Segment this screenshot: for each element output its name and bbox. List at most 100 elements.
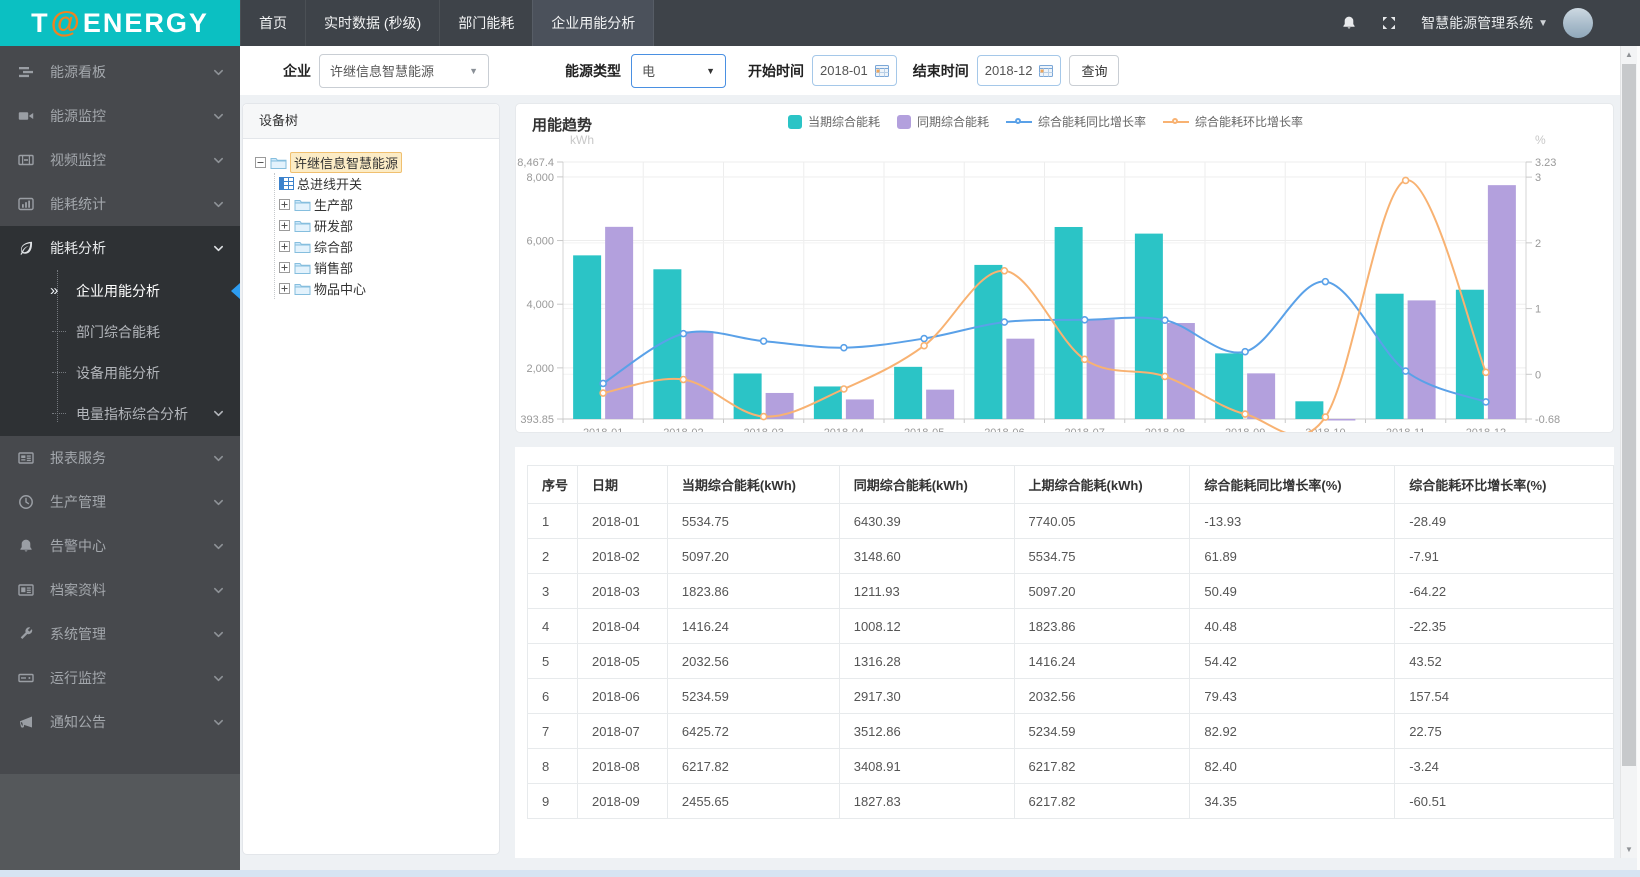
nav-tab-3[interactable]: 企业用能分析	[532, 0, 655, 46]
sidebar-subitem[interactable]: » 企业用能分析	[0, 270, 240, 311]
tree-node-label[interactable]: 总进线开关	[297, 174, 362, 193]
marker-综合能耗环比增长率	[1080, 355, 1089, 364]
tree-node-label[interactable]: 物品中心	[314, 279, 366, 298]
sidebar-subitem-label: 电量指标综合分析	[76, 405, 188, 422]
legend-item[interactable]: 当期综合能耗	[788, 113, 880, 130]
table-cell: 1316.28	[838, 643, 1015, 679]
sidebar-subitem-label: 企业用能分析	[76, 282, 160, 299]
tree-node-label[interactable]: 综合部	[314, 237, 353, 256]
query-button[interactable]: 查询	[1069, 55, 1120, 86]
sidebar-item[interactable]: 能源监控	[0, 94, 240, 138]
sidebar-item-label: 能耗统计	[50, 196, 106, 212]
scrollbar-thumb[interactable]	[1622, 64, 1636, 766]
scroll-up-arrow-icon[interactable]: ▲	[1621, 46, 1637, 63]
marker-综合能耗环比增长率	[1000, 266, 1009, 275]
sidebar-item[interactable]: 运行监控	[0, 656, 240, 700]
sidebar-item[interactable]: 档案资料	[0, 568, 240, 612]
sidebar-item[interactable]: 系统管理	[0, 612, 240, 656]
calendar-icon[interactable]	[1039, 64, 1054, 77]
table-row[interactable]: 8 2018-08 6217.82 3408.91 6217.82 82.40 -3.24	[527, 748, 1614, 784]
sidebar-item[interactable]: 能耗统计	[0, 182, 240, 226]
table-cell: 1416.24	[1013, 643, 1191, 679]
user-avatar[interactable]	[1563, 8, 1593, 38]
x-axis-label: 2018-01	[583, 427, 623, 432]
active-item-arrow-icon: »	[50, 282, 59, 299]
fullscreen-icon[interactable]	[1381, 15, 1397, 31]
table-row[interactable]: 5 2018-05 2032.56 1316.28 1416.24 54.42 43.52	[527, 643, 1614, 679]
sidebar-item[interactable]: 告警中心	[0, 524, 240, 568]
table-cell: 3	[527, 573, 578, 609]
sidebar-item-label: 档案资料	[50, 582, 106, 598]
sidebar-subitem[interactable]: 设备用能分析	[0, 352, 240, 393]
end-date-input[interactable]: 2018-12	[976, 55, 1062, 86]
table-row[interactable]: 6 2018-06 5234.59 2917.30 2032.56 79.43 157.54	[527, 678, 1614, 714]
logo-part-t: T	[31, 7, 50, 38]
tree-node-label[interactable]: 销售部	[314, 258, 353, 277]
tree-node-label[interactable]: 生产部	[314, 195, 353, 214]
plus-box-icon	[279, 283, 290, 294]
table-row[interactable]: 7 2018-07 6425.72 3512.86 5234.59 82.92 22.75	[527, 713, 1614, 749]
tree-node-root[interactable]: 许继信息智慧能源	[255, 152, 487, 173]
bar-当期综合能耗	[1054, 226, 1083, 419]
marker-综合能耗环比增长率	[759, 412, 768, 421]
megaphone-icon	[18, 714, 37, 730]
sidebar-item[interactable]: 能耗分析	[0, 226, 240, 270]
legend-item[interactable]: 同期综合能耗	[897, 113, 989, 130]
sidebar-item[interactable]: 视频监控	[0, 138, 240, 182]
table-cell: 1211.93	[838, 573, 1015, 609]
report-icon	[18, 450, 37, 466]
tree-node[interactable]: 总进线开关	[275, 173, 487, 194]
marker-综合能耗环比增长率	[1161, 372, 1169, 381]
table-row[interactable]: 1 2018-01 5534.75 6430.39 7740.05 -13.93 -28.4…	[527, 503, 1614, 539]
nav-tab-0[interactable]: 首页	[240, 0, 305, 46]
legend-item[interactable]: 综合能耗同比增长率	[1006, 113, 1146, 130]
sidebar-item[interactable]: 通知公告	[0, 700, 240, 744]
sidebar-subitem[interactable]: 电量指标综合分析	[0, 393, 240, 434]
legend-item[interactable]: 综合能耗环比增长率	[1163, 113, 1303, 130]
table-row[interactable]: 4 2018-04 1416.24 1008.12 1823.86 40.48 -22.35	[527, 608, 1614, 644]
scroll-down-arrow-icon[interactable]: ▼	[1621, 841, 1637, 858]
tree-node[interactable]: 研发部	[275, 215, 487, 236]
chart-legend: 当期综合能耗 同期综合能耗 综合能耗同比增长率 综合能耗环比增长率	[788, 113, 1303, 130]
x-axis-label: 2018-04	[824, 427, 864, 432]
table-cell: 3408.91	[838, 748, 1015, 784]
table-header-cell: 当期综合能耗(kWh)	[666, 465, 840, 504]
calendar-icon[interactable]	[874, 64, 889, 77]
system-title-menu[interactable]: 智慧能源管理系统 ▼	[1421, 13, 1548, 33]
table-row[interactable]: 3 2018-03 1823.86 1211.93 5097.20 50.49 -64.22	[527, 573, 1614, 609]
sidebar-item[interactable]: 生产管理	[0, 480, 240, 524]
nav-tab-1[interactable]: 实时数据 (秒级)	[305, 0, 439, 46]
horizontal-scrollbar-strip[interactable]	[0, 870, 1640, 877]
tree-node[interactable]: 销售部	[275, 257, 487, 278]
table-header-cell: 上期综合能耗(kWh)	[1013, 465, 1191, 504]
tree-node[interactable]: 物品中心	[275, 278, 487, 299]
sidebar-subitem[interactable]: 部门综合能耗	[0, 311, 240, 352]
notification-bell-icon[interactable]	[1341, 15, 1357, 31]
marker-综合能耗同比增长率	[1000, 318, 1009, 326]
chevron-down-icon: ▼	[469, 65, 478, 76]
table-cell: 2	[527, 538, 578, 574]
bar-当期综合能耗	[573, 255, 602, 419]
vertical-scrollbar[interactable]: ▲ ▼	[1620, 46, 1637, 858]
sidebar-item-label: 告警中心	[50, 538, 106, 554]
table-row[interactable]: 2 2018-02 5097.20 3148.60 5534.75 61.89 -7.91	[527, 538, 1614, 574]
company-select[interactable]: 许继信息智慧能源 ▼	[319, 53, 489, 88]
start-date-input[interactable]: 2018-01	[812, 55, 897, 86]
energy-type-select[interactable]: 电 ▼	[631, 53, 726, 88]
table-cell: 5534.75	[1013, 538, 1191, 574]
chevron-down-icon	[213, 199, 224, 210]
tree-node[interactable]: 生产部	[275, 194, 487, 215]
sidebar-submenu: » 企业用能分析部门综合能耗 设备用能分析电量指标综合分析	[0, 270, 240, 436]
app-logo[interactable]: T @ ENERGY	[0, 0, 240, 46]
table-row[interactable]: 9 2018-09 2455.65 1827.83 6217.82 34.35 -60.51	[527, 783, 1614, 819]
tree-root-label[interactable]: 许继信息智慧能源	[290, 152, 403, 173]
tree-node[interactable]: 综合部	[275, 236, 487, 257]
marker-综合能耗环比增长率	[1482, 368, 1490, 377]
tree-node-label[interactable]: 研发部	[314, 216, 353, 235]
sidebar: 能源看板 能源监控 视频监控能耗统计能耗分析 » 企业用能分析部门综合能耗 设备用能分析电…	[0, 46, 240, 870]
x-axis-label: 2018-07	[1064, 427, 1104, 432]
top-nav: 首页 实时数据 (秒级) 部门能耗 企业用能分析	[240, 0, 655, 46]
sidebar-item[interactable]: 能源看板	[0, 50, 240, 94]
nav-tab-2[interactable]: 部门能耗	[439, 0, 532, 46]
sidebar-item[interactable]: 报表服务	[0, 436, 240, 480]
